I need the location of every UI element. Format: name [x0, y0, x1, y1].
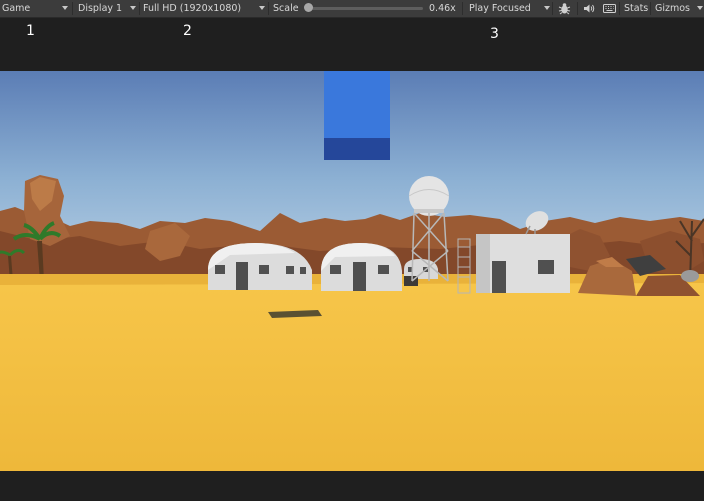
letterbox-top — [0, 18, 704, 71]
bug-icon[interactable] — [558, 2, 571, 15]
hangar-building-middle — [321, 243, 402, 291]
annotation-1: 1 — [26, 23, 35, 39]
scale-value: 0.46x — [429, 3, 456, 14]
desert-ground — [0, 274, 704, 471]
resolution-dropdown-label[interactable]: Full HD (1920x1080) — [143, 0, 241, 17]
divider — [619, 2, 620, 15]
divider — [268, 2, 269, 15]
gizmos-button[interactable]: Gizmos — [655, 0, 690, 17]
game-view-toolbar: Game Display 1 Full HD (1920x1080) Scale… — [0, 0, 704, 18]
scale-slider-track[interactable] — [308, 7, 423, 10]
divider — [462, 2, 463, 15]
divider — [650, 2, 651, 15]
scale-label: Scale — [273, 3, 299, 14]
divider — [72, 2, 73, 15]
view-dropdown-label[interactable]: Game — [2, 0, 30, 17]
annotation-3: 3 — [490, 26, 499, 42]
divider — [552, 2, 553, 15]
scale-slider-handle[interactable] — [304, 3, 313, 12]
divider — [577, 2, 578, 15]
display-dropdown-chevron-icon[interactable] — [130, 6, 136, 10]
resolution-dropdown-chevron-icon[interactable] — [259, 6, 265, 10]
display-dropdown-label[interactable]: Display 1 — [78, 0, 122, 17]
keyboard-icon[interactable] — [603, 3, 616, 14]
divider — [139, 2, 140, 15]
view-dropdown-chevron-icon[interactable] — [62, 6, 68, 10]
play-mode-dropdown-label[interactable]: Play Focused — [469, 0, 531, 17]
stats-button[interactable]: Stats — [624, 0, 648, 17]
blue-cube — [324, 71, 390, 160]
gizmos-dropdown-chevron-icon[interactable] — [697, 6, 703, 10]
game-viewport[interactable] — [0, 71, 704, 471]
annotation-2: 2 — [183, 23, 192, 39]
play-mode-dropdown-chevron-icon[interactable] — [544, 6, 550, 10]
letterbox-bottom — [0, 471, 704, 501]
speaker-icon[interactable] — [583, 3, 595, 14]
